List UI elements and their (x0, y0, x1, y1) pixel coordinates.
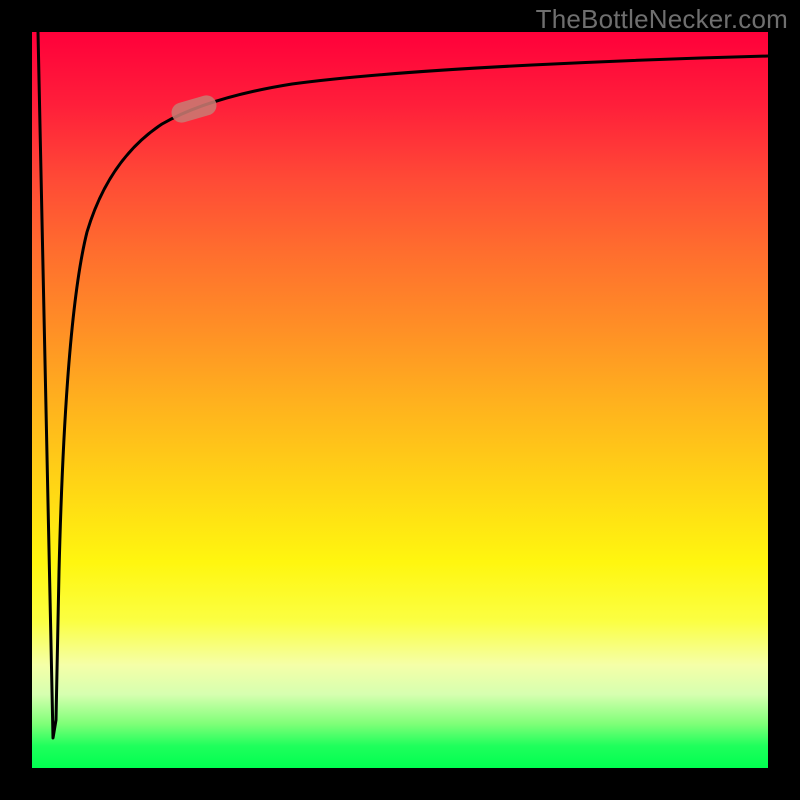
outer-frame: TheBottleNecker.com (0, 0, 800, 800)
plot-area (32, 32, 768, 768)
watermark-text: TheBottleNecker.com (536, 4, 788, 35)
gradient-background (32, 32, 768, 768)
